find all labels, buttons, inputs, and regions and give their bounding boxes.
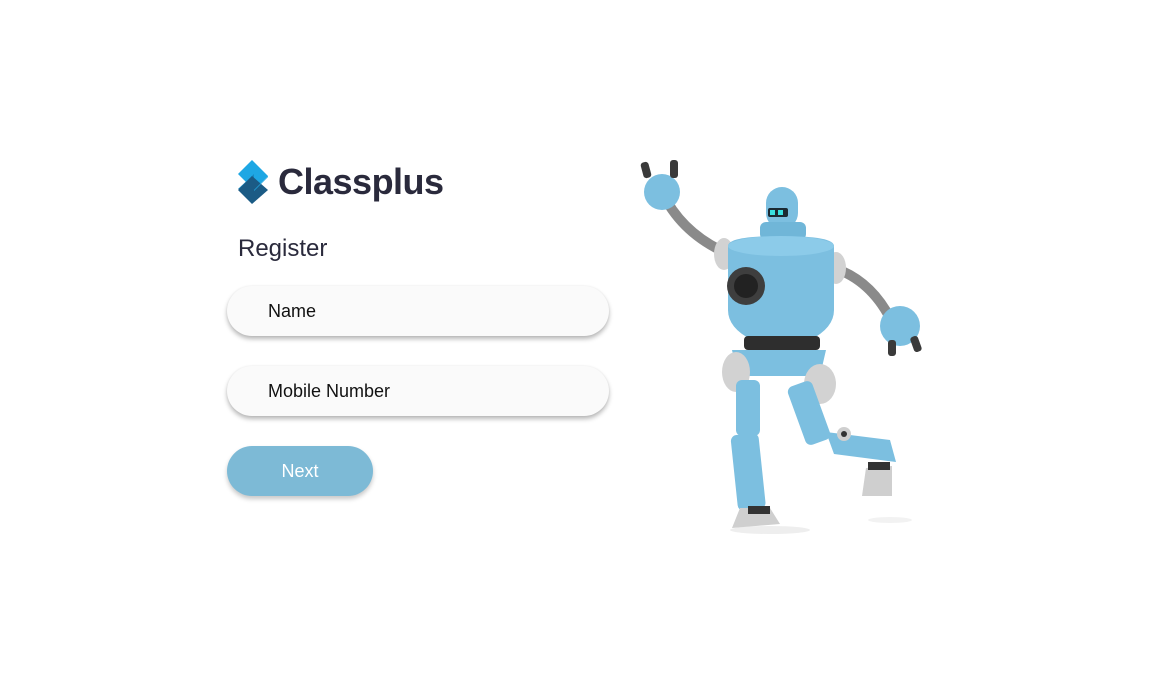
register-page: Classplus Register Next <box>0 0 1152 700</box>
register-panel: Classplus Register Next <box>227 158 617 496</box>
brand-name: Classplus <box>278 161 444 202</box>
name-input[interactable] <box>268 300 588 322</box>
next-button[interactable]: Next <box>227 446 373 496</box>
name-field[interactable] <box>227 286 609 336</box>
classplus-logo-icon <box>238 160 268 204</box>
robot-illustration-icon <box>640 160 922 534</box>
brand-logo: Classplus <box>238 158 617 206</box>
mobile-number-input[interactable] <box>268 380 588 402</box>
mobile-number-field[interactable] <box>227 366 609 416</box>
page-title: Register <box>238 235 328 262</box>
